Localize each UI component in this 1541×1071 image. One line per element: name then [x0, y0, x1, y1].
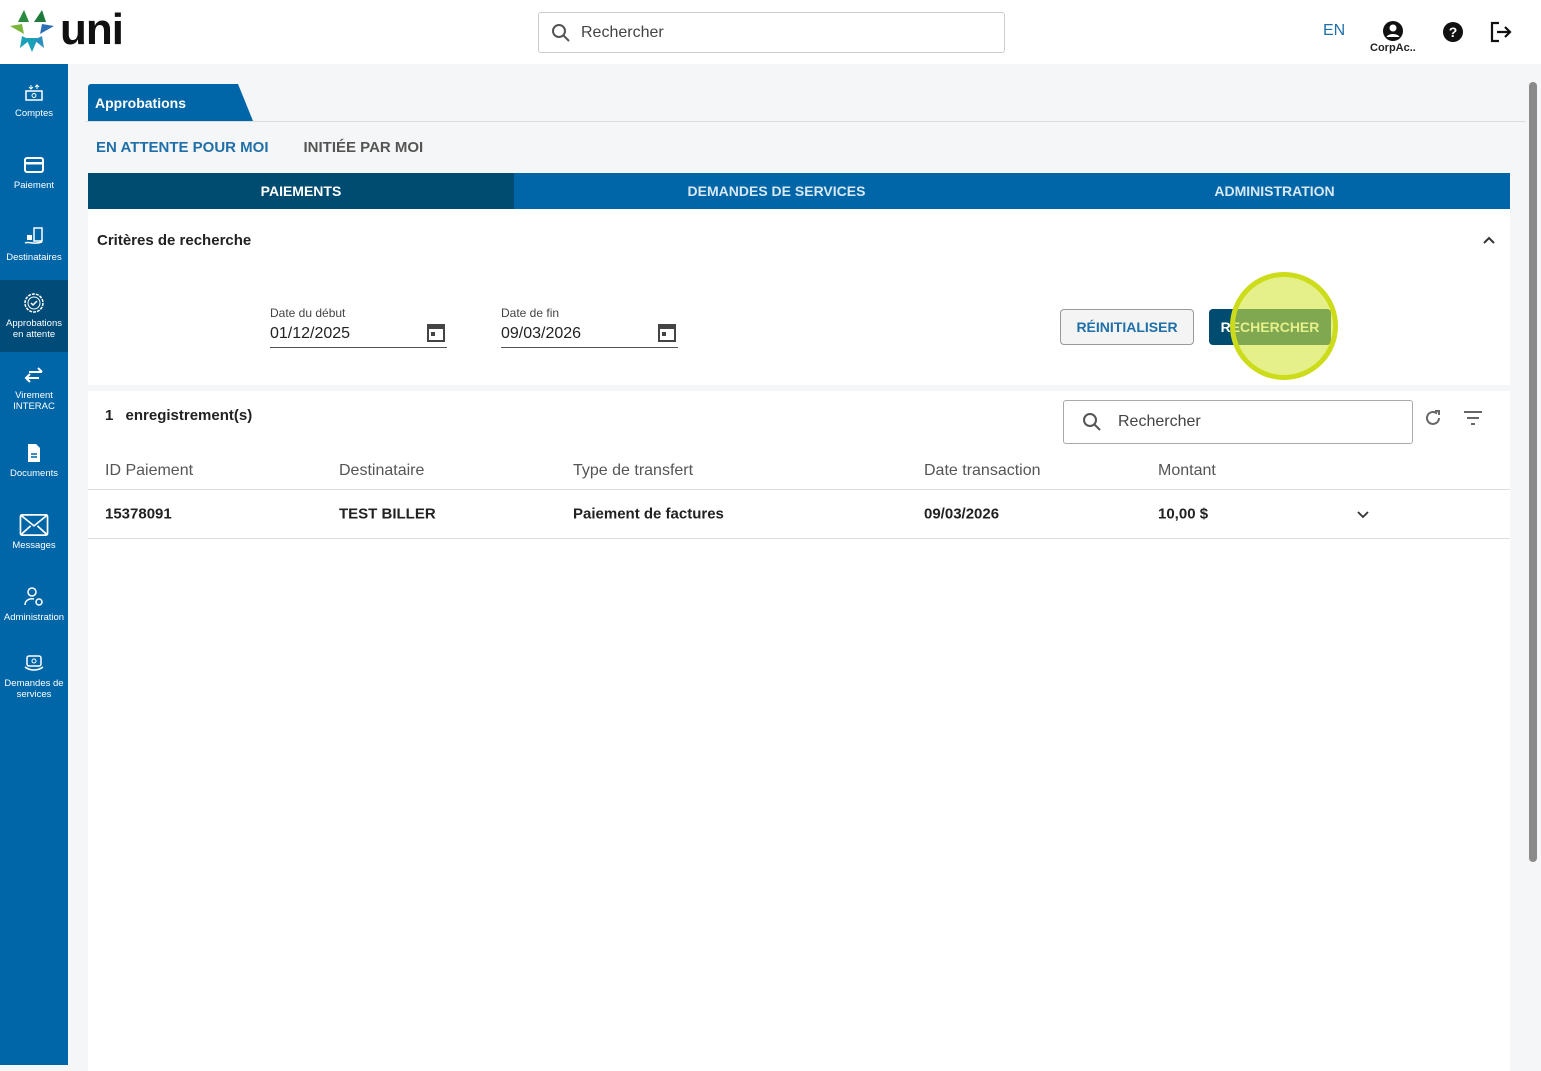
table-row[interactable]: 15378091 TEST BILLER Paiement de facture… [88, 490, 1510, 539]
tab-demandes-services[interactable]: DEMANDES DE SERVICES [514, 173, 1039, 209]
chevron-up-icon[interactable] [1482, 235, 1496, 245]
sidebar-label: Paiement [13, 179, 55, 191]
sidebar-item-comptes[interactable]: Comptes [0, 64, 68, 136]
star-logo-icon [10, 10, 54, 52]
cell-date: 09/03/2026 [924, 505, 1000, 523]
transfer-icon [24, 367, 43, 383]
help-icon[interactable]: ? [1442, 21, 1464, 43]
col-date[interactable]: Date transaction [924, 462, 1041, 480]
sidebar-label: Approbations en attente [6, 318, 62, 340]
end-date-field[interactable]: Date de fin 09/03/2026 [501, 306, 678, 348]
start-date-field[interactable]: Date du début 01/12/2025 [270, 306, 447, 348]
results-table: 1 enregistrement(s) Rechercher ID Paieme… [88, 391, 1510, 1071]
sidebar-label: Messages [12, 539, 56, 551]
user-gear-icon [24, 586, 43, 606]
table-header: ID Paiement Destinataire Type de transfe… [88, 453, 1510, 490]
top-bar: uni Rechercher EN CorpAc.. ? [0, 0, 1541, 64]
col-destinataire[interactable]: Destinataire [339, 462, 424, 480]
uni-logo[interactable]: uni [8, 5, 124, 54]
sidebar-item-documents[interactable]: Documents [0, 424, 68, 496]
start-date-value: 01/12/2025 [270, 325, 351, 342]
sidebar-item-demandes[interactable]: Demandes de services [0, 640, 68, 712]
tab-administration[interactable]: ADMINISTRATION [1039, 173, 1510, 209]
sidebar-item-approbations[interactable]: Approbations en attente [0, 280, 68, 352]
end-date-value: 09/03/2026 [501, 325, 582, 342]
cell-montant: 10,00 $ [1158, 505, 1209, 523]
logout-icon[interactable] [1489, 21, 1513, 43]
calendar-icon[interactable] [658, 322, 676, 342]
end-date-label: Date de fin [501, 306, 560, 320]
search-icon [1083, 413, 1101, 431]
chevron-down-icon[interactable] [1357, 511, 1369, 519]
user-menu[interactable]: CorpAc.. [1370, 20, 1416, 54]
card-icon [24, 156, 44, 173]
filter-icon[interactable] [1464, 411, 1482, 425]
cell-type: Paiement de factures [573, 505, 724, 523]
sidebar-item-administration[interactable]: Administration [0, 568, 68, 640]
accounts-icon [25, 83, 43, 101]
subtab-en-attente[interactable]: EN ATTENTE POUR MOI [96, 139, 269, 156]
sidebar-item-messages[interactable]: Messages [0, 496, 68, 568]
start-date-label: Date du début [270, 306, 346, 320]
scrollbar-thumb[interactable] [1529, 82, 1537, 862]
sidebar-label: Destinataires [6, 251, 62, 263]
search-placeholder: Rechercher [581, 23, 664, 41]
cell-id: 15378091 [105, 505, 172, 523]
sidebar-label: Demandes de services [4, 678, 64, 700]
col-montant[interactable]: Montant [1158, 462, 1216, 480]
sidebar-label: Virement INTERAC [13, 390, 55, 412]
user-icon [1382, 21, 1403, 41]
sidebar-label: Documents [9, 467, 59, 479]
table-search-input[interactable]: Rechercher [1063, 400, 1413, 444]
svg-text:?: ? [1449, 24, 1458, 40]
sidebar-item-interac[interactable]: Virement INTERAC [0, 352, 68, 424]
service-icon [24, 655, 44, 671]
document-icon [28, 443, 40, 462]
count-label: enregistrement(s) [125, 407, 253, 424]
sidebar-item-destinataires[interactable]: Destinataires [0, 208, 68, 280]
tab-paiements[interactable]: PAIEMENTS [88, 173, 514, 209]
payees-icon [24, 226, 43, 244]
subtabs: EN ATTENTE POUR MOI INITIÉE PAR MOI [96, 139, 423, 156]
global-search-input[interactable]: Rechercher [538, 12, 1005, 53]
approval-icon [24, 293, 44, 313]
search-icon [552, 23, 570, 42]
record-count: 1 enregistrement(s) [105, 407, 252, 424]
sidebar-label: Comptes [14, 107, 53, 119]
col-id[interactable]: ID Paiement [105, 462, 193, 480]
tab-divider [86, 121, 1526, 122]
refresh-icon[interactable] [1424, 409, 1442, 427]
logo-text: uni [60, 5, 124, 54]
reset-button[interactable]: RÉINITIALISER [1060, 309, 1194, 345]
user-name: CorpAc.. [1370, 42, 1416, 54]
sidebar-label: Administration [3, 611, 65, 623]
tab-approbations[interactable]: Approbations [88, 84, 253, 121]
sidebar: Comptes Paiement Destinataires Approbati… [0, 64, 68, 1065]
cell-destinataire: TEST BILLER [339, 505, 436, 523]
search-placeholder: Rechercher [1118, 413, 1201, 430]
sidebar-item-paiement[interactable]: Paiement [0, 136, 68, 208]
subtab-initiee[interactable]: INITIÉE PAR MOI [304, 139, 424, 156]
calendar-icon[interactable] [427, 322, 445, 342]
mail-icon [19, 513, 49, 536]
category-tabs: PAIEMENTS DEMANDES DE SERVICES ADMINISTR… [88, 173, 1510, 209]
search-criteria-panel: Critères de recherche Date du début 01/1… [88, 209, 1510, 385]
criteria-title: Critères de recherche [97, 232, 252, 249]
language-toggle[interactable]: EN [1323, 22, 1345, 40]
search-button[interactable]: RECHERCHER [1209, 309, 1331, 345]
count-number: 1 [105, 407, 114, 424]
col-type[interactable]: Type de transfert [573, 462, 693, 480]
scrollbar[interactable] [1526, 64, 1541, 1065]
